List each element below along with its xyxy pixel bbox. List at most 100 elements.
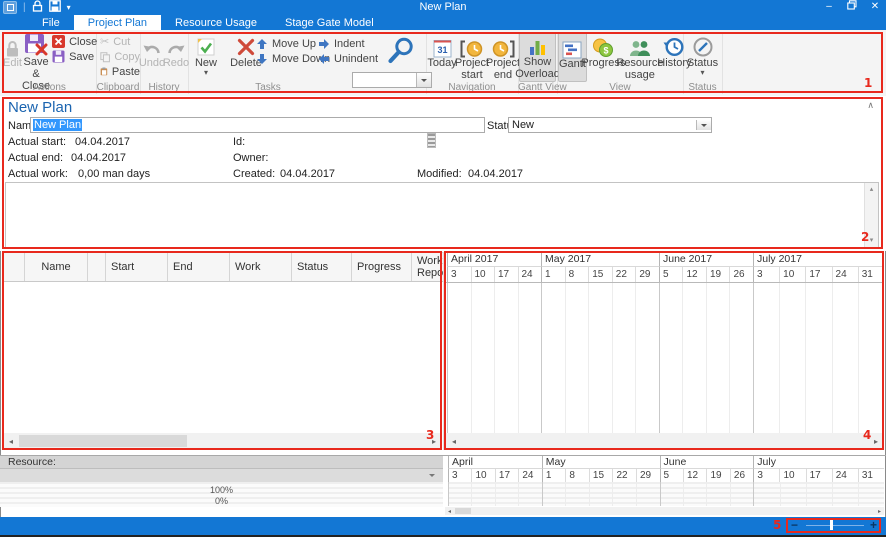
scroll-left-icon[interactable]: ◂ (445, 507, 454, 515)
timeline-body-column (780, 482, 806, 506)
timeline-week-cell: 22 (612, 267, 636, 282)
zoom-slider-thumb[interactable] (830, 520, 833, 530)
timeline-month-cell: June 2017 (659, 252, 753, 267)
resource-timeline: AprilMayJuneJuly 31017241815222951219263… (445, 456, 884, 507)
status-combobox[interactable]: New (508, 117, 712, 133)
minimize-button[interactable]: – (822, 1, 836, 13)
new-task-button[interactable]: New ▾ (190, 32, 222, 76)
progress-view-button[interactable]: $ Progress (587, 32, 620, 82)
resource-horizontal-scrollbar[interactable]: ◂ ▸ (445, 507, 884, 515)
grid-column-header[interactable]: Status (292, 253, 352, 281)
resource-usage-icon (628, 33, 652, 58)
grid-column-header[interactable]: Start (106, 253, 168, 281)
undo-button[interactable]: Undo (141, 32, 163, 82)
tab-project-plan[interactable]: Project Plan (74, 15, 161, 30)
restore-button[interactable] (845, 0, 859, 14)
edit-button[interactable]: Edit (3, 32, 22, 82)
timeline-week-cell: 26 (730, 469, 753, 482)
grid-column-header[interactable]: End (168, 253, 230, 281)
status-caret-icon: ▾ (700, 70, 704, 76)
close-window-button[interactable]: ✕ (868, 1, 882, 13)
move-down-icon (256, 53, 268, 65)
scroll-left-icon[interactable]: ◂ (447, 433, 461, 449)
title-bar: | ▾ New Plan – ✕ (0, 0, 886, 15)
timeline-week-cell: 10 (779, 469, 805, 482)
name-input-selected-text: New Plan (33, 119, 82, 131)
timeline-week-cell: 24 (832, 469, 858, 482)
copy-icon (100, 51, 110, 63)
cut-button[interactable]: ✂ Cut (100, 34, 140, 49)
task-grid-body[interactable] (3, 282, 443, 432)
timeline-week-cell: 3 (447, 267, 471, 282)
zoom-out-button[interactable]: − (791, 518, 798, 532)
gantt-body[interactable] (444, 282, 884, 433)
save-icon (52, 50, 65, 63)
tab-file[interactable]: File (28, 15, 74, 30)
gantt-chart: April 2017May 2017June 2017July 2017 310… (444, 252, 884, 433)
lock-icon (4, 33, 21, 58)
redo-button[interactable]: Redo (165, 32, 187, 82)
copy-button[interactable]: Copy (100, 49, 140, 64)
scrollbar-thumb[interactable] (19, 435, 187, 447)
paste-button[interactable]: Paste (100, 64, 140, 79)
scroll-right-icon[interactable]: ▸ (426, 433, 442, 449)
resource-capacity-chart: 100% 0% (0, 482, 443, 507)
grid-column-header[interactable] (88, 253, 106, 281)
tab-stage-gate-model[interactable]: Stage Gate Model (271, 15, 388, 30)
gantt-horizontal-scrollbar[interactable]: ◂ ▸ (445, 433, 884, 449)
timeline-body-column (806, 482, 832, 506)
task-grid-horizontal-scrollbar[interactable]: ◂ ▸ (3, 433, 442, 449)
name-input[interactable]: New Plan (30, 117, 485, 133)
timeline-body-column (682, 283, 706, 433)
unindent-button[interactable]: Unindent (318, 51, 378, 66)
owner-label: Owner: (233, 152, 268, 164)
zoom-in-button[interactable]: + (870, 518, 877, 532)
status-combo-dropdown-icon[interactable] (696, 120, 711, 130)
project-end-button[interactable]: Project end (488, 32, 518, 82)
timeline-week-cell: 12 (683, 469, 706, 482)
scroll-up-icon[interactable]: ▴ (865, 183, 878, 196)
today-button[interactable]: 31 Today (428, 32, 456, 82)
grid-column-header[interactable]: Name (25, 253, 88, 281)
scroll-right-icon[interactable]: ▸ (868, 433, 884, 449)
resource-combobox[interactable] (0, 469, 443, 483)
resource-usage-view-button[interactable]: Resource usage (620, 32, 660, 82)
timeline-month-cell: May 2017 (541, 252, 659, 267)
project-start-button[interactable]: Project start (456, 32, 488, 82)
timeline-week-cell: 10 (471, 469, 494, 482)
scroll-right-icon[interactable]: ▸ (875, 507, 884, 515)
timeline-week-cell: 17 (806, 469, 832, 482)
indent-button[interactable]: Indent (318, 36, 378, 51)
close-button[interactable]: Close (52, 34, 97, 49)
grid-column-header[interactable]: Progress (352, 253, 412, 281)
timeline-week-cell: 19 (706, 469, 729, 482)
undo-icon (142, 33, 162, 58)
zoom-slider-track[interactable] (806, 525, 864, 526)
description-textarea[interactable]: ▴ ▾ (5, 182, 879, 248)
actual-work-label: Actual work: (8, 168, 68, 180)
resource-body[interactable] (445, 482, 884, 506)
collapse-form-chevron-icon[interactable]: ∧ (867, 100, 874, 111)
scroll-left-icon[interactable]: ◂ (3, 433, 19, 449)
tab-resource-usage[interactable]: Resource Usage (161, 15, 271, 30)
save-and-close-button[interactable]: Save & Close (22, 32, 50, 82)
show-overload-button[interactable]: Show Overload (519, 32, 556, 82)
scroll-down-icon[interactable]: ▾ (865, 234, 878, 247)
timeline-body-column (448, 482, 471, 506)
search-icon[interactable] (385, 36, 415, 69)
timeline-body-column (706, 283, 730, 433)
notes-vertical-scrollbar[interactable]: ▴ ▾ (864, 183, 878, 247)
grid-column-header[interactable]: Work Reported (412, 253, 443, 281)
task-filter-combobox[interactable] (352, 72, 432, 88)
timeline-week-cell: 29 (636, 469, 660, 482)
timeline-week-cell: 10 (471, 267, 495, 282)
save-button[interactable]: Save (52, 49, 97, 64)
status-button[interactable]: Status ▾ (685, 32, 721, 82)
grid-column-header[interactable] (3, 253, 25, 281)
timeline-body-column (635, 283, 659, 433)
scrollbar-thumb[interactable] (455, 508, 471, 514)
page-title: New Plan (8, 99, 72, 116)
grid-column-header[interactable]: Work (230, 253, 292, 281)
timeline-body-column (542, 482, 566, 506)
ribbon-group-view: Gantt $ Progress Resource usage (557, 32, 684, 94)
